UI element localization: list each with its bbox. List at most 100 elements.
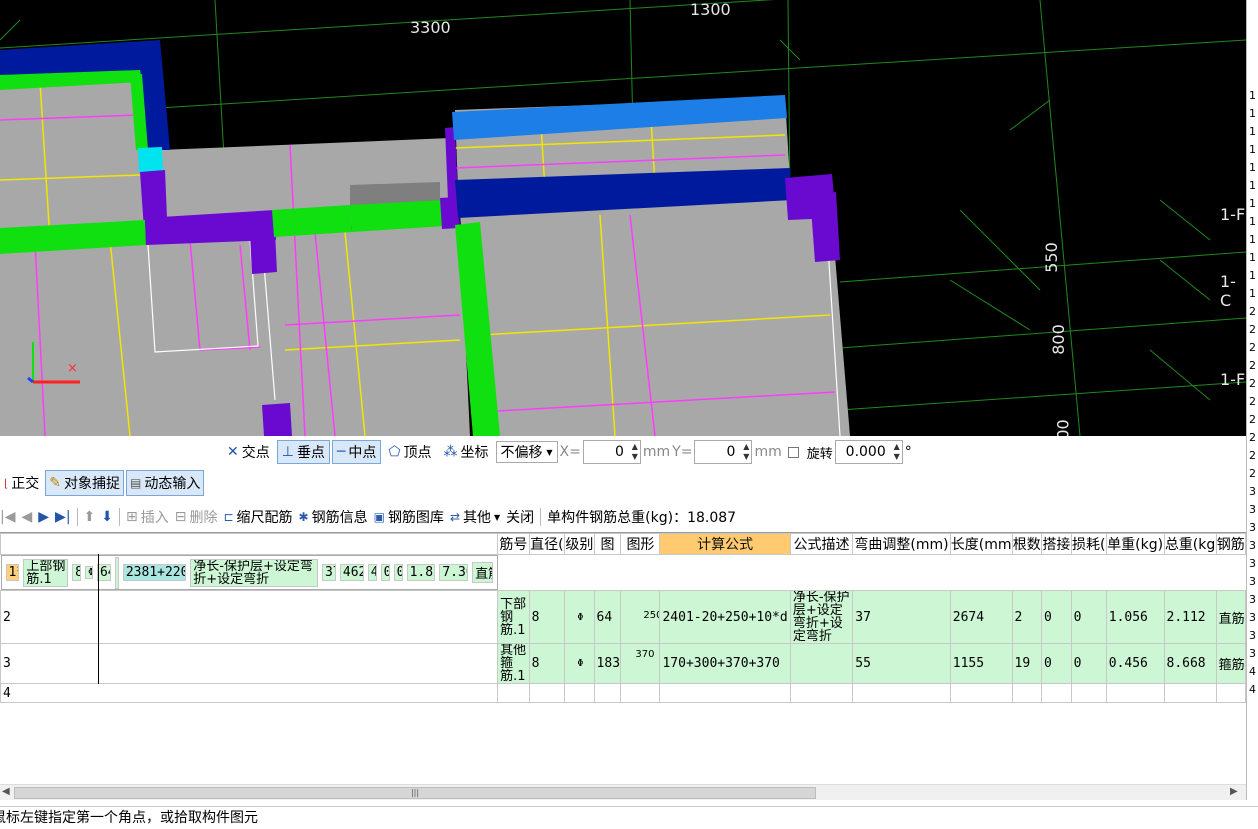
empty-cell[interactable] — [1105, 683, 1165, 703]
rebar-type-cell[interactable]: 直筋 — [1215, 590, 1246, 644]
move-down-icon[interactable]: ⬇ — [101, 509, 113, 525]
table-row[interactable]: 2 下部钢筋.1 8 Φ 64 250 2381 80 2401-20+250+… — [0, 590, 1246, 644]
header-grade[interactable]: 级别 — [564, 533, 595, 555]
rebar-type-cell[interactable]: 直筋 — [472, 562, 493, 583]
bend-adjust-cell[interactable]: 37 — [852, 590, 951, 644]
empty-cell[interactable] — [497, 683, 530, 703]
lap-cell[interactable]: 0 — [1041, 643, 1072, 684]
figure-no-cell[interactable]: 64 — [96, 564, 111, 581]
header-loss[interactable]: 损耗( — [1070, 533, 1107, 555]
bar-name-cell[interactable]: 其他箍筋.1 — [497, 643, 530, 684]
table-row[interactable]: 4 — [0, 683, 1246, 703]
rotate-checkbox[interactable] — [787, 446, 799, 458]
scroll-thumb[interactable]: ||| — [14, 787, 816, 799]
bar-name-cell[interactable]: 上部钢筋.1 — [23, 558, 69, 587]
empty-cell[interactable] — [620, 683, 661, 703]
bend-adjust-cell[interactable]: 37 — [322, 564, 336, 581]
rebar-info-button[interactable]: ✱ 钢筋信息 — [299, 507, 368, 527]
row-number[interactable]: 3 — [0, 643, 499, 684]
row-number[interactable]: 4 — [0, 683, 499, 703]
header-row-number[interactable] — [0, 533, 499, 555]
row-number[interactable]: 1* — [5, 564, 20, 581]
length-cell[interactable]: 1155 — [949, 643, 1013, 684]
empty-cell[interactable] — [1070, 683, 1107, 703]
grade-cell[interactable]: Φ — [564, 643, 595, 684]
unit-weight-cell[interactable]: 0.456 — [1105, 643, 1165, 684]
header-formula[interactable]: 计算公式 — [659, 533, 791, 555]
count-cell[interactable]: 2 — [1011, 590, 1043, 644]
empty-cell[interactable] — [949, 683, 1013, 703]
count-cell[interactable]: 4 — [367, 564, 377, 581]
last-record-icon[interactable]: ▶| — [55, 509, 70, 525]
formula-cell[interactable]: 170+300+370+370 — [659, 643, 791, 684]
diameter-cell[interactable]: 8 — [528, 643, 566, 684]
other-button[interactable]: ⇄ 其他 ▼ — [450, 507, 500, 527]
empty-cell[interactable] — [564, 683, 595, 703]
header-rebar-type[interactable]: 钢筋 — [1215, 533, 1246, 555]
3d-viewport[interactable]: × 3300 1300 550 800 00 1-F 1-C 1-F — [0, 0, 1246, 436]
spinner-icon[interactable]: ▲ ▼ — [743, 442, 749, 462]
header-length[interactable]: 长度(mm — [949, 533, 1013, 555]
header-bar-no[interactable]: 筋号 — [497, 533, 530, 555]
empty-cell[interactable] — [1011, 683, 1043, 703]
horizontal-scrollbar[interactable]: ◀ ||| ▶ — [0, 784, 1246, 800]
loss-cell[interactable]: 0 — [393, 564, 403, 581]
model-canvas[interactable]: × — [0, 0, 1246, 436]
empty-cell[interactable] — [1163, 683, 1217, 703]
lap-cell[interactable]: 0 — [1041, 590, 1072, 644]
first-record-icon[interactable]: |◀ — [0, 509, 15, 525]
scale-rebar-button[interactable]: ⊏ 缩尺配筋 — [223, 507, 292, 527]
bar-name-cell[interactable]: 下部钢筋.1 — [497, 590, 530, 644]
rotate-input[interactable]: 0.000 ▲ ▼ — [834, 440, 903, 464]
figure-no-cell[interactable]: 64 — [593, 590, 622, 644]
length-cell[interactable]: 2674 — [949, 590, 1013, 644]
dynamic-input-button[interactable]: ▤ 动态输入 — [126, 470, 205, 496]
header-formula-desc[interactable]: 公式描述 — [789, 533, 854, 555]
shape-cell[interactable]: 250 2381 80 — [620, 590, 661, 644]
unit-weight-cell[interactable]: 1.826 — [406, 564, 436, 581]
delete-button[interactable]: ⊟ 删除 — [175, 507, 218, 527]
total-weight-cell[interactable]: 7.306 — [439, 564, 469, 581]
empty-cell[interactable] — [1041, 683, 1072, 703]
length-cell[interactable]: 4624 — [339, 564, 364, 581]
header-lap[interactable]: 搭接 — [1041, 533, 1072, 555]
y-input[interactable]: 0 ▲ ▼ — [694, 440, 753, 464]
move-up-icon[interactable]: ⬆ — [84, 509, 96, 525]
header-count[interactable]: 根数 — [1011, 533, 1043, 555]
grade-cell[interactable]: Φ — [564, 590, 595, 644]
object-snap-button[interactable]: ✎ 对象捕捉 — [45, 470, 125, 496]
diameter-cell[interactable]: 8 — [72, 564, 82, 581]
offset-select[interactable]: 不偏移 ▼ — [495, 441, 558, 463]
intersect-snap-button[interactable]: ✕ 交点 — [222, 440, 275, 464]
empty-cell[interactable] — [528, 683, 566, 703]
shape-cell[interactable]: 370 170 370 300 — [620, 643, 661, 684]
empty-cell[interactable] — [852, 683, 951, 703]
perpendicular-snap-button[interactable]: ⊥ 垂点 — [276, 440, 330, 464]
header-bend-adjust[interactable]: 弯曲调整(mm) — [852, 533, 951, 555]
ortho-button[interactable]: ⌊ 正交 — [0, 470, 43, 496]
diameter-cell[interactable]: 8 — [528, 590, 566, 644]
table-row[interactable]: 1* 上部钢筋.1 8 Φ 64 2200 2381 80 2381+2200+… — [0, 555, 498, 590]
table-row[interactable]: 3 其他箍筋.1 8 Φ 183 370 170 370 300 — [0, 643, 1246, 684]
formula-desc-cell[interactable]: 净长-保护层+设定弯折+设定弯折 — [789, 590, 854, 644]
header-unit-weight[interactable]: 单重(kg) — [1105, 533, 1165, 555]
lap-cell[interactable]: 0 — [380, 564, 390, 581]
empty-cell[interactable] — [593, 683, 622, 703]
scroll-right-icon[interactable]: ▶ — [1230, 786, 1238, 797]
prev-record-icon[interactable]: ◀ — [21, 509, 32, 525]
close-button[interactable]: 关闭 — [506, 507, 534, 527]
unit-weight-cell[interactable]: 1.056 — [1105, 590, 1165, 644]
formula-cell[interactable]: 2381+2200+80 — [122, 564, 187, 581]
empty-cell[interactable] — [1215, 683, 1246, 703]
midpoint-snap-button[interactable]: ─ 中点 — [331, 440, 382, 464]
rebar-library-button[interactable]: ▣ 钢筋图库 — [374, 507, 444, 527]
spinner-icon[interactable]: ▲ ▼ — [632, 442, 638, 462]
header-total-weight[interactable]: 总重(kg — [1163, 533, 1217, 555]
shape-cell[interactable]: 2200 2381 80 — [114, 556, 119, 589]
scroll-left-icon[interactable]: ◀ — [2, 786, 10, 797]
rebar-type-cell[interactable]: 箍筋 — [1215, 643, 1246, 684]
grade-cell[interactable]: Φ — [85, 566, 93, 579]
header-shape[interactable]: 图形 — [620, 533, 661, 555]
bend-adjust-cell[interactable]: 55 — [852, 643, 951, 684]
formula-cell[interactable]: 2401-20+250+10*d — [659, 590, 791, 644]
